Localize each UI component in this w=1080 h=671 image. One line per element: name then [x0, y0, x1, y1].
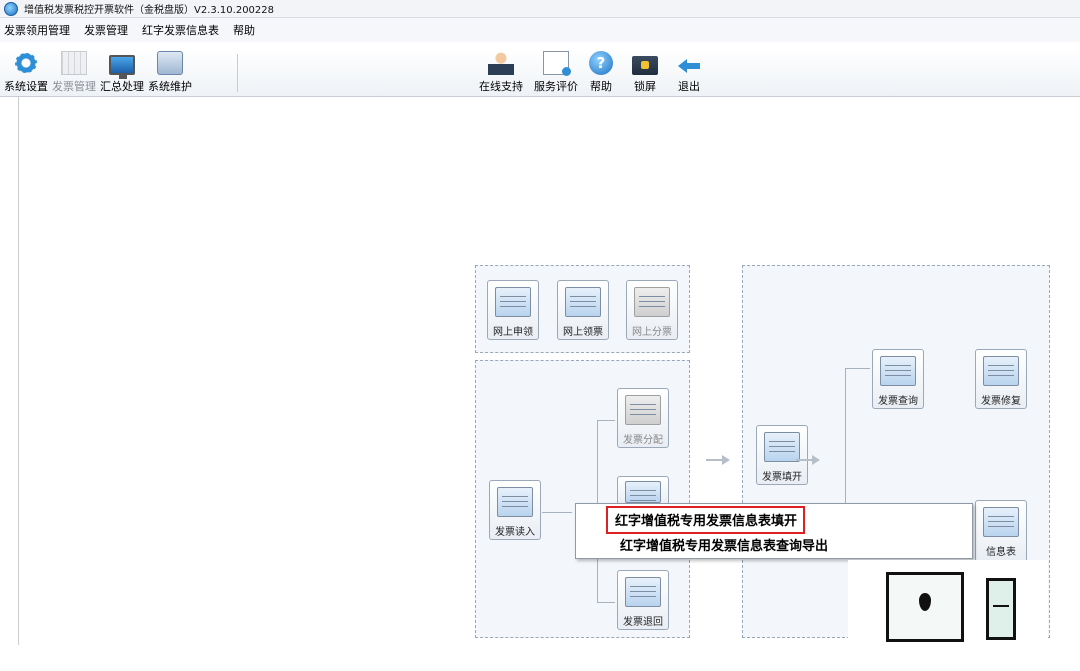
toolbar-divider [237, 54, 238, 92]
invoice-distribute-icon [625, 395, 661, 425]
toolbar-label: 汇总处理 [100, 80, 144, 93]
online-distribute-icon [634, 287, 670, 317]
flow-label: 发票读入 [495, 527, 535, 538]
system-maintenance-button[interactable]: 系统维护 [148, 49, 192, 94]
flow-connector [845, 368, 870, 369]
flow-arrow-head [722, 455, 730, 465]
flow-label: 网上领票 [563, 327, 603, 338]
menu-red-invoice-info[interactable]: 红字发票信息表 [142, 22, 219, 38]
online-support-button[interactable]: 在线支持 [477, 49, 525, 94]
flow-label: 网上分票 [632, 327, 672, 338]
menu-bar: 发票领用管理 发票管理 红字发票信息表 帮助 [0, 18, 1080, 42]
title-bar: 增值税发票税控开票软件（金税盘版）V2.3.10.200228 [0, 0, 1080, 18]
invoice-read-button[interactable]: 发票读入 [489, 480, 541, 540]
invoice-repair-icon [983, 356, 1019, 386]
workspace-left-border [18, 97, 19, 645]
toolbar-label: 退出 [678, 80, 700, 93]
window-title: 增值税发票税控开票软件（金税盘版）V2.3.10.200228 [24, 5, 274, 16]
menu-item-red-invoice-issue[interactable]: 红字增值税专用发票信息表填开 [606, 506, 806, 534]
exit-button[interactable]: 退出 [674, 49, 704, 94]
invoice-grid-icon [61, 51, 87, 75]
flow-label: 发票修复 [981, 396, 1021, 407]
flow-label: 网上申领 [493, 327, 533, 338]
flow-connector [542, 512, 572, 513]
flow-label: 发票退回 [623, 617, 663, 628]
help-icon: ? [589, 51, 613, 75]
person-icon [488, 51, 514, 75]
invoice-pen-icon [764, 432, 800, 462]
flow-connector [597, 602, 615, 603]
toolbar-label: 在线支持 [479, 80, 523, 93]
folder-icon [157, 51, 183, 75]
flow-label: 发票查询 [878, 396, 918, 407]
menu-invoice-management[interactable]: 发票管理 [84, 22, 128, 38]
flow-label: 信息表 [986, 547, 1016, 558]
flow-arrow-head [812, 455, 820, 465]
toolbar-label: 发票管理 [52, 80, 96, 93]
toolbar-label: 锁屏 [634, 80, 656, 93]
flow-connector [845, 368, 846, 503]
flow-connector [597, 420, 615, 421]
toolbar-label: 系统设置 [4, 80, 48, 93]
online-receive-button[interactable]: 网上领票 [557, 280, 609, 340]
door-icon [986, 578, 1016, 640]
system-settings-button[interactable]: 系统设置 [4, 49, 48, 94]
online-apply-button[interactable]: 网上申领 [487, 280, 539, 340]
invoice-return-button[interactable]: 发票退回 [617, 570, 669, 630]
toolbar-label: 服务评价 [534, 80, 578, 93]
flow-label: 发票填开 [762, 472, 802, 483]
return-arrow-icon [625, 577, 661, 607]
info-table-button[interactable]: 信息表 [975, 500, 1027, 562]
lock-screen-icon [632, 56, 658, 75]
online-distribute-button[interactable]: 网上分票 [626, 280, 678, 340]
invoice-management-button[interactable]: 发票管理 [52, 49, 96, 94]
menu-invoice-claim[interactable]: 发票领用管理 [4, 22, 70, 38]
invoice-query-button[interactable]: 发票查询 [872, 349, 924, 409]
invoice-search-icon [880, 356, 916, 386]
summary-processing-button[interactable]: 汇总处理 [100, 49, 144, 94]
gear-icon [13, 51, 39, 75]
lock-screen-button[interactable]: 锁屏 [630, 49, 660, 94]
overlay-image-fragment [848, 560, 1048, 671]
invoice-issue-button[interactable]: 发票填开 [756, 425, 808, 485]
service-rating-button[interactable]: 服务评价 [530, 49, 582, 94]
toolbar: 系统设置 发票管理 汇总处理 系统维护 在线支持 服务评价 ? 帮助 锁屏 退出 [0, 49, 1080, 97]
menu-item-red-invoice-query-export[interactable]: 红字增值税专用发票信息表查询导出 [620, 535, 828, 554]
picture-frame-icon [886, 572, 964, 642]
flow-label: 发票分配 [623, 435, 663, 446]
online-receive-icon [565, 287, 601, 317]
magnifier-icon [625, 481, 661, 503]
document-icon [543, 51, 571, 76]
toolbar-label: 系统维护 [148, 80, 192, 93]
invoice-distribute-button[interactable]: 发票分配 [617, 388, 669, 448]
toolbar-label: 帮助 [590, 80, 612, 93]
help-button[interactable]: ? 帮助 [586, 49, 616, 94]
monitor-icon [109, 55, 135, 79]
menu-help[interactable]: 帮助 [233, 22, 255, 38]
usb-import-icon [497, 487, 533, 517]
online-apply-icon [495, 287, 531, 317]
exit-arrow-icon [676, 51, 702, 75]
app-logo-icon [4, 1, 18, 16]
table-grid-icon [983, 507, 1019, 537]
drop-icon [919, 593, 931, 611]
red-invoice-context-menu: 红字增值税专用发票信息表填开 红字增值税专用发票信息表查询导出 [575, 503, 973, 559]
invoice-middle-button[interactable] [617, 476, 669, 506]
invoice-repair-button[interactable]: 发票修复 [975, 349, 1027, 409]
